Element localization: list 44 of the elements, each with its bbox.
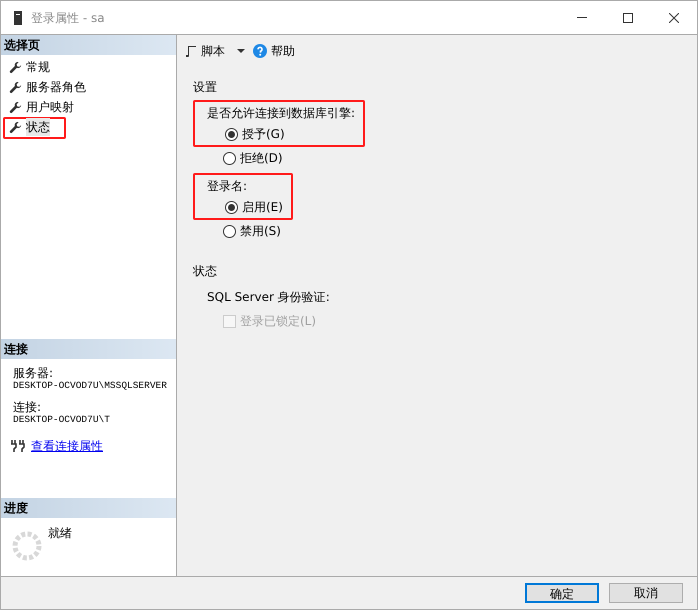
page-item[interactable]: 服务器角色 xyxy=(5,79,86,95)
connection-value: DESKTOP-OCVOD7U\T xyxy=(13,414,111,425)
help-button[interactable]: 帮助 xyxy=(271,42,295,60)
progress-status: 就绪 xyxy=(48,525,72,542)
question-label: 是否允许连接到数据库引擎: xyxy=(206,105,356,122)
auth-label: SQL Server 身份验证: xyxy=(207,289,331,306)
dialog-button[interactable]: 确定 xyxy=(525,583,599,603)
minimize-icon xyxy=(577,17,587,18)
radio-label[interactable]: 授予(G) xyxy=(242,125,285,143)
dropdown-caret-icon[interactable] xyxy=(237,49,245,53)
close-icon xyxy=(669,12,679,22)
radio-button[interactable] xyxy=(223,152,236,164)
script-button[interactable]: 脚本 xyxy=(201,42,225,60)
radio-label[interactable]: 拒绝(D) xyxy=(240,149,283,167)
section-header: 连接 xyxy=(1,339,176,359)
server-icon xyxy=(13,10,23,24)
server-value: DESKTOP-OCVOD7U\MSSQLSERVER xyxy=(13,380,164,391)
section-header: 选择页 xyxy=(1,35,176,55)
radio-label[interactable]: 禁用(S) xyxy=(240,222,281,240)
help-icon xyxy=(253,44,267,58)
connection-properties-link[interactable]: 查看连接属性 xyxy=(31,437,103,455)
wrench-icon xyxy=(9,60,22,74)
window-title: 登录属性 - sa xyxy=(31,10,105,26)
status-title: 状态 xyxy=(193,263,218,280)
connection-label: 连接: xyxy=(13,401,42,414)
spinner-icon xyxy=(11,530,43,562)
settings-title: 设置 xyxy=(193,79,218,96)
radio-button[interactable] xyxy=(223,224,236,238)
server-label: 服务器: xyxy=(13,367,54,380)
maximize-icon xyxy=(623,12,633,22)
page-item[interactable]: 用户映射 xyxy=(5,99,74,115)
radio-label[interactable]: 启用(E) xyxy=(242,198,283,216)
plug-icon xyxy=(11,440,25,452)
wrench-icon xyxy=(9,100,22,114)
wrench-icon xyxy=(9,80,22,94)
page-item[interactable]: 常规 xyxy=(5,59,50,75)
wrench-icon xyxy=(9,120,22,134)
radio-button[interactable] xyxy=(225,200,238,214)
locked-label: 登录已锁定(L) xyxy=(240,313,316,330)
question-label: 登录名: xyxy=(206,178,248,195)
radio-button[interactable] xyxy=(225,128,238,140)
script-icon xyxy=(185,44,197,58)
dialog-button[interactable]: 取消 xyxy=(609,583,683,603)
section-header: 进度 xyxy=(1,498,176,518)
